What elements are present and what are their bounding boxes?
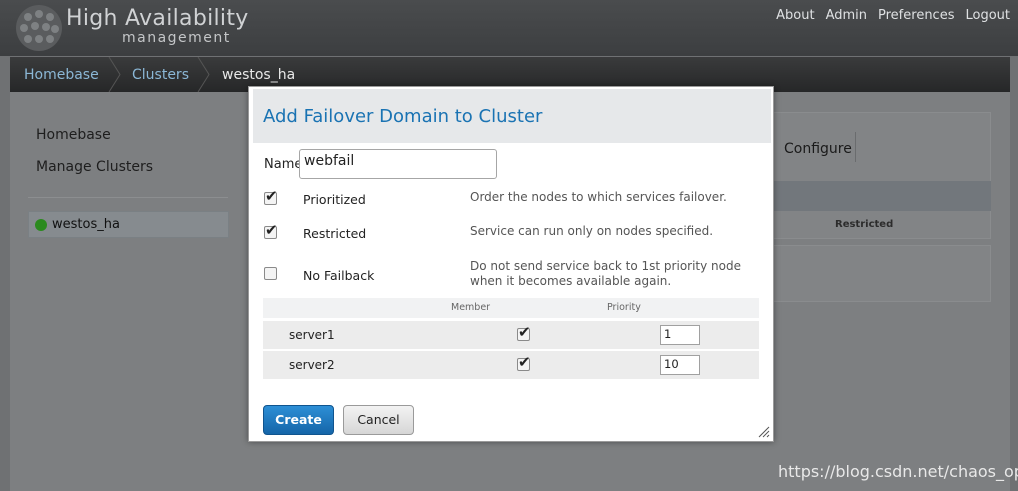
member-checkbox[interactable]: ✔ (517, 323, 531, 341)
nav-about-link[interactable]: About (776, 8, 814, 23)
no-failback-label: No Failback (303, 268, 375, 283)
dialog-header: Add Failover Domain to Cluster (253, 89, 771, 143)
breadcrumb-clusters[interactable]: Clusters (132, 67, 189, 83)
prioritized-description: Order the nodes to which services failov… (470, 190, 727, 204)
nav-logout-link[interactable]: Logout (965, 8, 1010, 23)
tab-configure[interactable]: Configure (784, 141, 852, 157)
restricted-column-header: Restricted (835, 219, 894, 230)
table-row: server1 ✔ 1 (263, 321, 759, 349)
details-panel (770, 245, 991, 302)
priority-input[interactable]: 1 (660, 325, 700, 345)
sidebar-divider (28, 197, 228, 198)
sidebar-manage-clusters-link[interactable]: Manage Clusters (36, 159, 153, 175)
members-table-header: Member Priority (263, 298, 759, 318)
node-name: server2 (289, 358, 335, 372)
panel-strip (770, 181, 991, 211)
nav-admin-link[interactable]: Admin (826, 8, 867, 23)
prioritized-label: Prioritized (303, 192, 366, 207)
member-column-header: Member (451, 302, 491, 313)
restricted-description: Service can run only on nodes specified. (470, 224, 714, 238)
name-label: Name (264, 157, 303, 172)
status-ok-icon (35, 219, 47, 231)
ha-logo-icon (16, 5, 62, 51)
no-failback-description: Do not send service back to 1st priority… (470, 259, 741, 288)
breadcrumb-separator-icon (197, 57, 210, 92)
checkmark-icon: ✔ (265, 221, 278, 239)
top-nav: About Admin Preferences Logout (776, 8, 1010, 23)
priority-input[interactable]: 10 (660, 355, 700, 375)
tab-divider (855, 132, 856, 162)
watermark-text: https://blog.csdn.net/chaos_oper (778, 462, 1018, 481)
add-failover-domain-dialog: Add Failover Domain to Cluster Name webf… (248, 86, 774, 442)
sidebar-item-cluster[interactable]: westos_ha (28, 211, 229, 238)
dialog-title: Add Failover Domain to Cluster (263, 106, 543, 127)
breadcrumb-separator-icon (108, 57, 121, 92)
nav-preferences-link[interactable]: Preferences (878, 8, 954, 23)
top-header: High Availability management About Admin… (0, 0, 1018, 56)
sidebar-homebase-link[interactable]: Homebase (36, 127, 111, 143)
checkmark-icon: ✔ (518, 353, 531, 371)
table-row: server2 ✔ 10 (263, 351, 759, 379)
restricted-label: Restricted (303, 226, 367, 241)
prioritized-checkbox[interactable]: ✔ (264, 187, 278, 205)
no-failback-checkbox[interactable] (264, 267, 277, 280)
checkmark-icon: ✔ (518, 323, 531, 341)
node-name: server1 (289, 328, 335, 342)
cluster-name: westos_ha (52, 217, 120, 232)
create-button[interactable]: Create (263, 405, 334, 435)
breadcrumb-homebase[interactable]: Homebase (24, 67, 99, 83)
app-subtitle: management (122, 30, 231, 46)
checkmark-icon: ✔ (265, 187, 278, 205)
app-title: High Availability (66, 6, 249, 31)
restricted-checkbox[interactable]: ✔ (264, 221, 278, 239)
name-input[interactable]: webfail (299, 149, 497, 179)
breadcrumb-current-cluster: westos_ha (222, 67, 296, 83)
resize-grip-icon[interactable] (758, 426, 770, 438)
priority-column-header: Priority (607, 302, 641, 313)
cancel-button[interactable]: Cancel (343, 405, 414, 435)
member-checkbox[interactable]: ✔ (517, 353, 531, 371)
